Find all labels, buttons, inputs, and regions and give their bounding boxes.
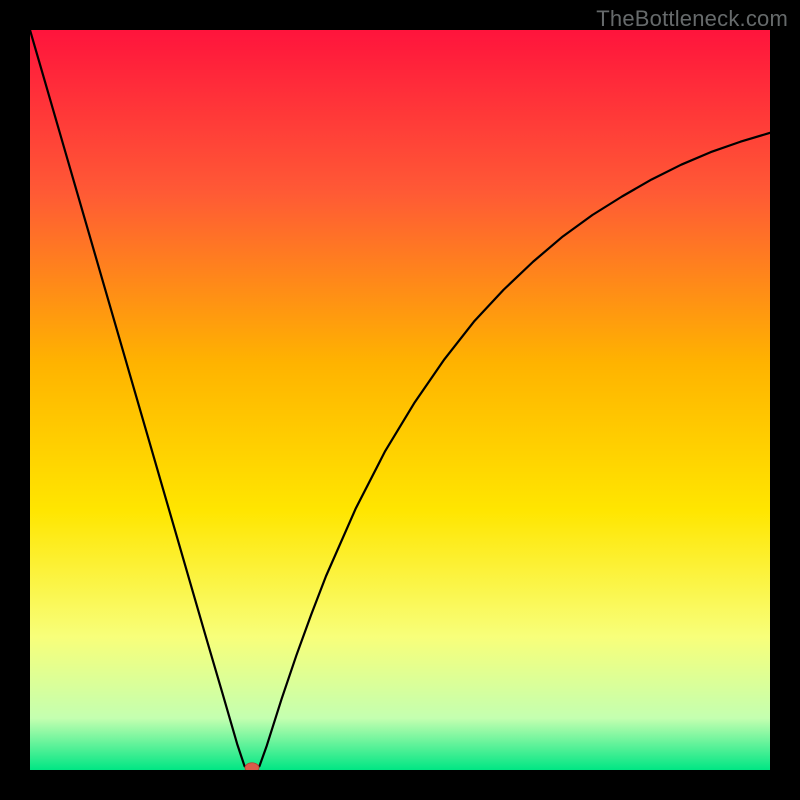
optimum-marker bbox=[245, 763, 259, 770]
chart-background bbox=[30, 30, 770, 770]
chart-frame bbox=[30, 30, 770, 770]
watermark-text: TheBottleneck.com bbox=[596, 6, 788, 32]
chart-svg bbox=[30, 30, 770, 770]
